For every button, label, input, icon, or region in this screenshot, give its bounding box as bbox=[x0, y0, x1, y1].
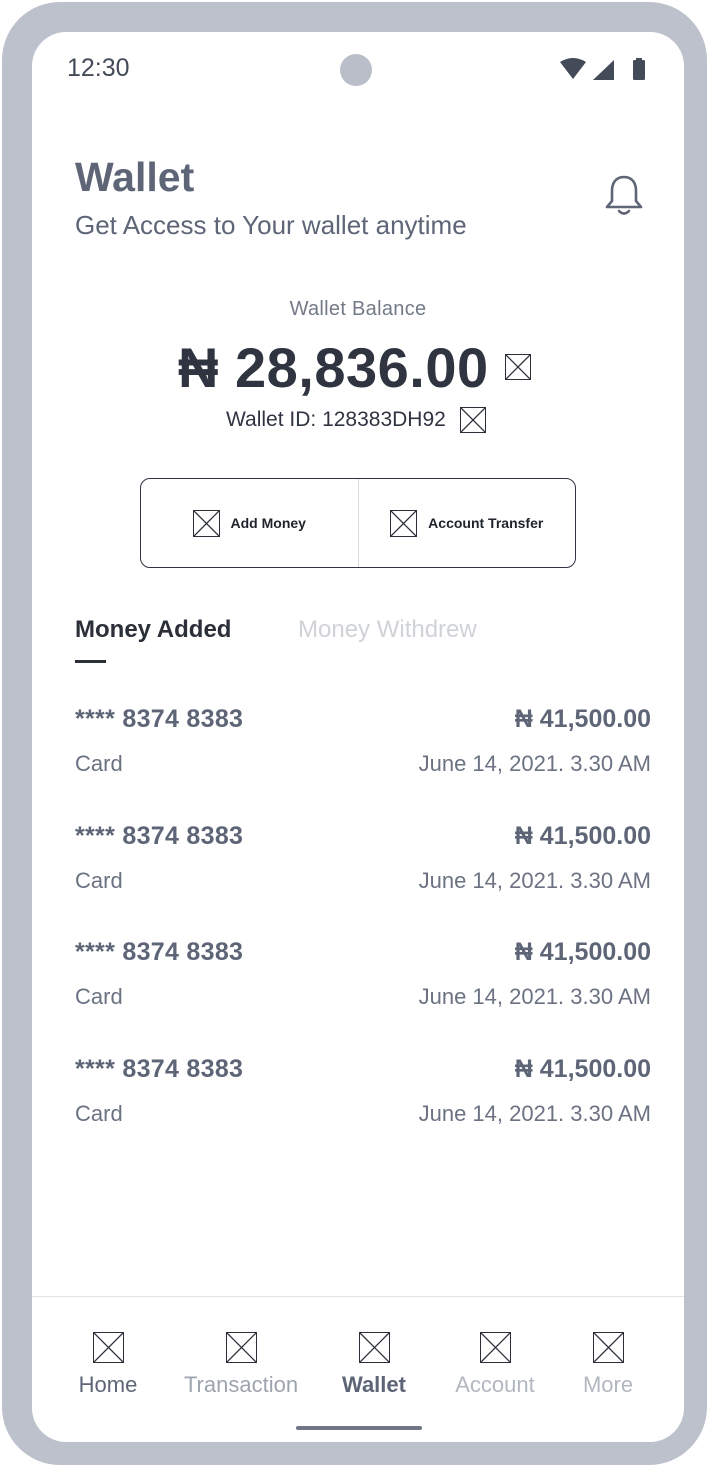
nav-item-wallet[interactable]: Wallet bbox=[304, 1332, 444, 1398]
account-transfer-label: Account Transfer bbox=[428, 515, 544, 531]
transaction-date: June 14, 2021. 3.30 AM bbox=[418, 984, 651, 1009]
transaction-amount: ₦ 41,500.00 bbox=[514, 1055, 651, 1083]
nav-item-transaction[interactable]: Transaction bbox=[171, 1332, 311, 1398]
screen: 12:30 Wallet Get Access to Your wallet a… bbox=[32, 32, 684, 1442]
wallet-icon bbox=[358, 1332, 390, 1363]
status-icons bbox=[560, 58, 650, 82]
transaction-date: June 14, 2021. 3.30 AM bbox=[418, 868, 651, 893]
page-title: Wallet bbox=[75, 154, 195, 200]
balance-amount: ₦ 28,836.00 bbox=[178, 335, 489, 399]
card-number: **** 8374 8383 bbox=[75, 1055, 244, 1083]
battery-icon bbox=[633, 58, 645, 80]
transaction-amount: ₦ 41,500.00 bbox=[514, 705, 651, 733]
account-icon bbox=[479, 1332, 511, 1363]
card-number: **** 8374 8383 bbox=[75, 822, 244, 850]
camera-cutout bbox=[340, 54, 372, 86]
transaction-amount: ₦ 41,500.00 bbox=[514, 938, 651, 966]
transaction-date: June 14, 2021. 3.30 AM bbox=[418, 751, 651, 776]
home-indicator[interactable] bbox=[296, 1426, 422, 1430]
transaction-method: Card bbox=[75, 1101, 123, 1126]
transaction-date: June 14, 2021. 3.30 AM bbox=[418, 1101, 651, 1126]
transaction-item[interactable]: **** 8374 8383 ₦ 41,500.00 Card June 14,… bbox=[75, 822, 651, 932]
status-time: 12:30 bbox=[67, 54, 130, 82]
signal-icon bbox=[593, 60, 614, 80]
card-number: **** 8374 8383 bbox=[75, 938, 244, 966]
card-number: **** 8374 8383 bbox=[75, 705, 244, 733]
transaction-method: Card bbox=[75, 751, 123, 776]
nav-label: Transaction bbox=[183, 1372, 299, 1397]
bell-icon[interactable] bbox=[604, 174, 644, 218]
transaction-item[interactable]: **** 8374 8383 ₦ 41,500.00 Card June 14,… bbox=[75, 1055, 651, 1165]
account-transfer-button[interactable]: Account Transfer bbox=[359, 479, 576, 567]
tab-money-withdrew[interactable]: Money Withdrew bbox=[298, 616, 477, 644]
wallet-actions: Add Money Account Transfer bbox=[140, 478, 576, 568]
transaction-amount: ₦ 41,500.00 bbox=[514, 822, 651, 850]
home-icon bbox=[92, 1332, 124, 1363]
nav-label: More bbox=[582, 1372, 634, 1397]
placeholder-image-icon bbox=[192, 509, 220, 537]
balance-label: Wallet Balance bbox=[289, 298, 427, 320]
phone-frame: 12:30 Wallet Get Access to Your wallet a… bbox=[2, 2, 707, 1465]
wallet-id-row: Wallet ID: 128383DH92 bbox=[226, 407, 486, 433]
placeholder-image-icon[interactable] bbox=[504, 354, 531, 380]
nav-label: Account bbox=[455, 1372, 535, 1397]
wallet-id: Wallet ID: 128383DH92 bbox=[226, 408, 446, 431]
more-icon bbox=[592, 1332, 624, 1363]
add-money-button[interactable]: Add Money bbox=[141, 479, 359, 567]
tab-money-added[interactable]: Money Added bbox=[75, 616, 231, 644]
nav-item-more[interactable]: More bbox=[538, 1332, 678, 1398]
nav-item-home[interactable]: Home bbox=[38, 1332, 178, 1398]
balance-row: ₦ 28,836.00 bbox=[178, 332, 531, 402]
add-money-label: Add Money bbox=[230, 515, 306, 531]
transaction-item[interactable]: **** 8374 8383 ₦ 41,500.00 Card June 14,… bbox=[75, 705, 651, 815]
page-subtitle: Get Access to Your wallet anytime bbox=[75, 210, 467, 240]
transaction-method: Card bbox=[75, 868, 123, 893]
placeholder-image-icon bbox=[390, 509, 418, 537]
transaction-method: Card bbox=[75, 984, 123, 1009]
copy-icon[interactable] bbox=[459, 407, 486, 433]
transaction-icon bbox=[225, 1332, 257, 1363]
nav-divider bbox=[32, 1296, 684, 1297]
nav-label: Home bbox=[78, 1372, 138, 1397]
nav-label: Wallet bbox=[342, 1372, 406, 1397]
wifi-icon bbox=[560, 58, 586, 79]
transaction-item[interactable]: **** 8374 8383 ₦ 41,500.00 Card June 14,… bbox=[75, 938, 651, 1048]
active-tab-indicator bbox=[75, 660, 106, 663]
